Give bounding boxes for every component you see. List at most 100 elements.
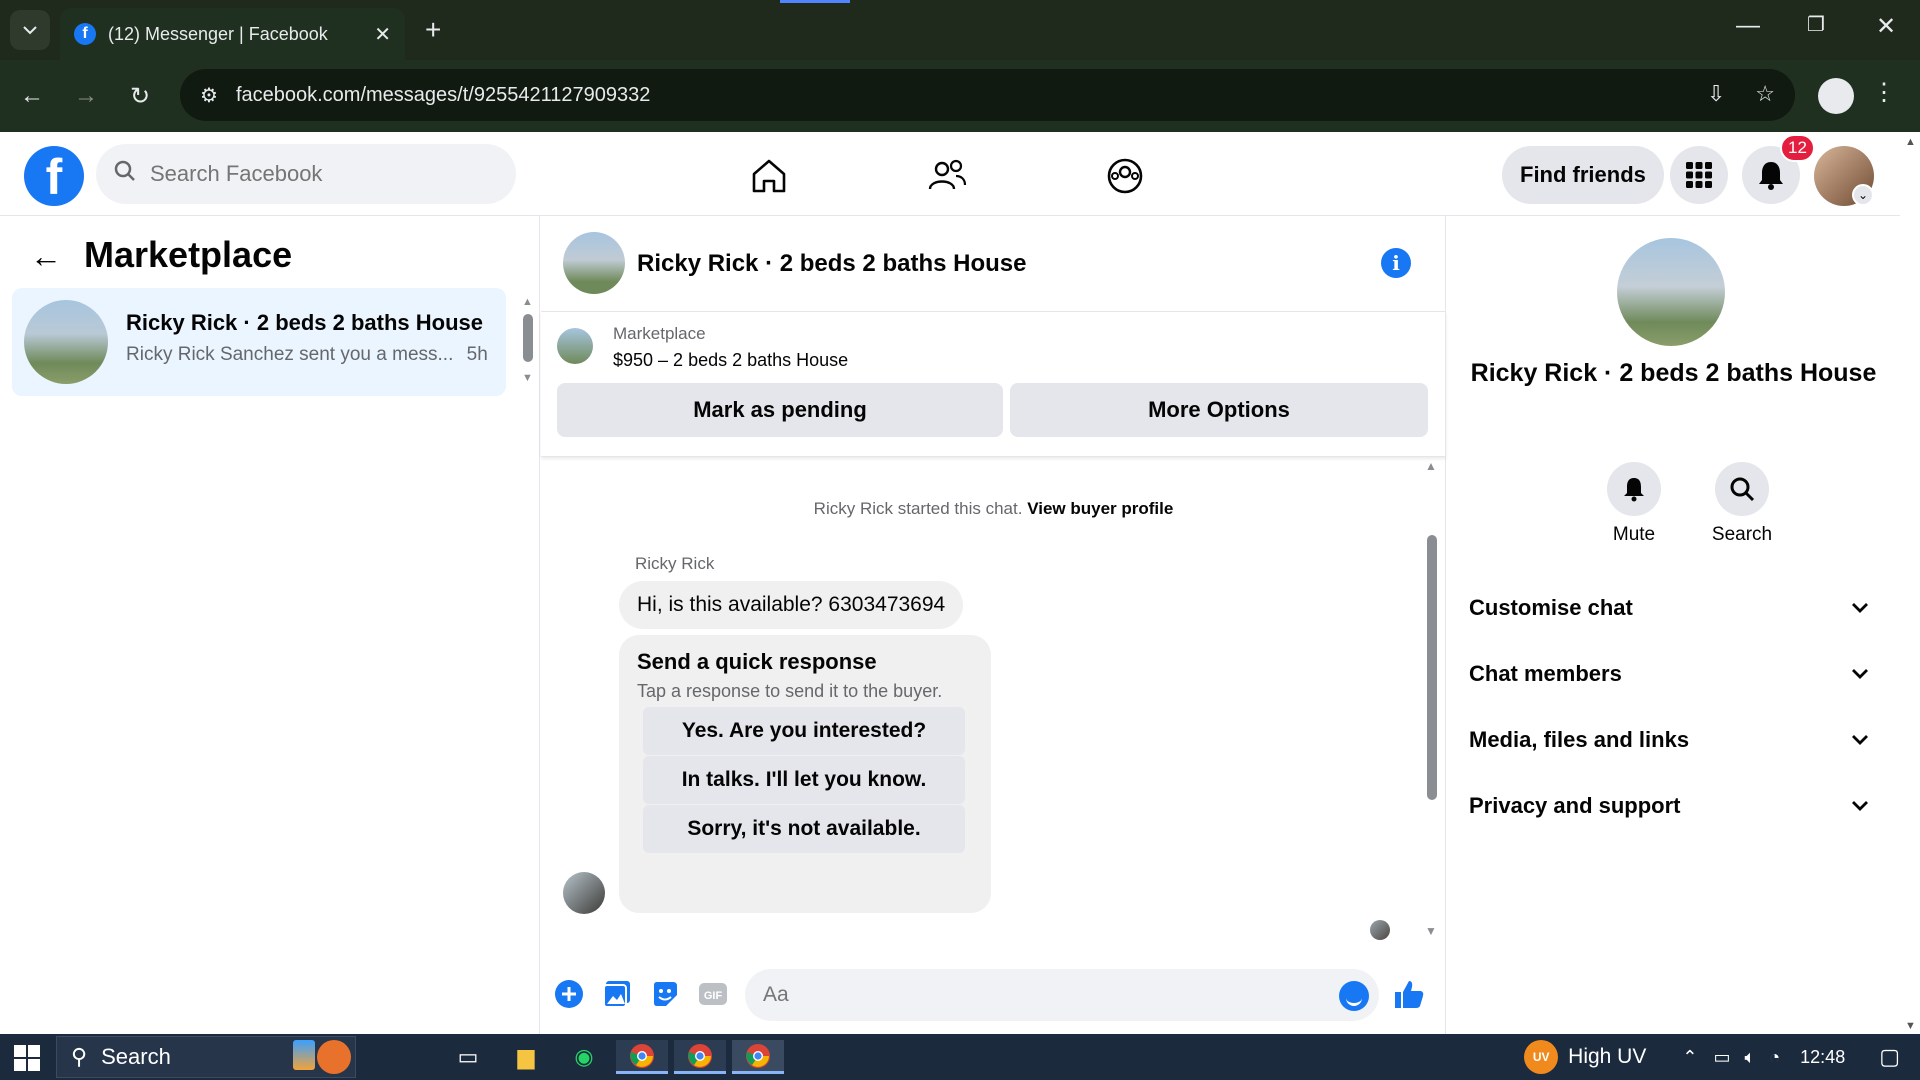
view-buyer-profile-link[interactable]: View buyer profile — [1027, 499, 1173, 518]
chat-members-section[interactable]: Chat members — [1469, 647, 1869, 701]
privacy-support-section[interactable]: Privacy and support — [1469, 779, 1869, 833]
facebook-logo-icon[interactable]: f — [24, 146, 84, 206]
thread-time: 5h — [466, 344, 488, 365]
grid-icon — [1686, 162, 1712, 188]
quick-response-in-talks-button[interactable]: In talks. I'll let you know. — [643, 756, 965, 804]
back-arrow-icon[interactable]: ← — [30, 238, 62, 275]
weather-uv-icon[interactable]: UV — [1524, 1040, 1559, 1074]
battery-icon[interactable]: ▭ — [1713, 1047, 1730, 1068]
restore-window-button[interactable]: ❐ — [1796, 12, 1836, 37]
close-window-button[interactable]: ✕ — [1866, 12, 1906, 41]
thread-snippet: Ricky Rick Sanchez sent you a mess... 5h — [126, 344, 488, 366]
minimize-window-button[interactable]: — — [1728, 12, 1768, 40]
back-button[interactable]: ← — [14, 78, 50, 114]
mark-as-pending-button[interactable]: Mark as pending — [557, 383, 1003, 437]
facebook-header: f Find friends ⌄ — [0, 132, 1900, 216]
menu-grid-button[interactable] — [1670, 146, 1728, 204]
more-options-button[interactable]: More Options — [1010, 383, 1428, 437]
clock[interactable]: 12:48 — [1800, 1047, 1845, 1068]
facebook-search-box[interactable] — [96, 144, 516, 204]
message-input[interactable] — [763, 983, 1303, 1007]
scroll-up-icon[interactable]: ▲ — [1425, 459, 1437, 473]
thread-list-scrollbar[interactable]: ▲ ▼ — [522, 296, 534, 386]
loading-indicator — [780, 0, 850, 3]
url-text[interactable]: facebook.com/messages/t/9255421127909332 — [236, 84, 650, 107]
bell-icon — [1759, 162, 1783, 190]
home-nav-button[interactable] — [747, 154, 791, 198]
search-icon — [114, 160, 136, 188]
quick-response-title: Send a quick response — [637, 649, 877, 674]
listing-price-title[interactable]: $950 – 2 beds 2 baths House — [613, 350, 848, 371]
mute-button[interactable] — [1607, 462, 1661, 516]
task-view-icon[interactable]: ▭ — [450, 1040, 486, 1074]
address-bar[interactable]: ⚙ facebook.com/messages/t/92554211279093… — [180, 69, 1795, 121]
scrollbar-thumb[interactable] — [523, 314, 533, 362]
browser-menu-icon[interactable]: ⋮ — [1872, 78, 1896, 107]
search-input[interactable] — [150, 161, 450, 187]
chrome-icon[interactable] — [674, 1040, 726, 1074]
chat-title[interactable]: Ricky Rick · 2 beds 2 baths House — [637, 250, 1026, 278]
chevron-down-icon — [1852, 735, 1868, 745]
site-settings-icon[interactable]: ⚙ — [200, 83, 218, 108]
account-menu-chevron-icon[interactable]: ⌄ — [1852, 184, 1874, 206]
scroll-up-icon[interactable]: ▲ — [522, 296, 533, 308]
conversation-avatar[interactable] — [1617, 238, 1725, 346]
weather-text[interactable]: High UV — [1568, 1045, 1646, 1069]
tab-search-button[interactable] — [10, 10, 50, 50]
thread-item[interactable]: Ricky Rick · 2 beds 2 baths House Ricky … — [12, 288, 506, 396]
groups-nav-button[interactable] — [1103, 154, 1147, 198]
reload-button[interactable]: ↻ — [122, 78, 158, 114]
quick-response-not-available-button[interactable]: Sorry, it's not available. — [643, 805, 965, 853]
message-composer: GIF — [541, 956, 1446, 1034]
browser-profile-icon[interactable] — [1818, 78, 1854, 114]
conversation-info-panel: Ricky Rick · 2 beds 2 baths House Mute S… — [1447, 216, 1900, 1034]
page-scrollbar[interactable]: ▲ ▼ — [1900, 132, 1920, 1034]
forward-button[interactable]: → — [68, 78, 104, 114]
chat-avatar[interactable] — [563, 232, 625, 294]
friends-nav-button[interactable] — [925, 154, 969, 198]
mute-action[interactable]: Mute — [1589, 462, 1679, 546]
whatsapp-icon[interactable]: ◉ — [566, 1040, 602, 1074]
show-hidden-icons-icon[interactable]: ⌃ — [1682, 1047, 1697, 1068]
bookmark-star-icon[interactable]: ☆ — [1755, 81, 1775, 107]
emoji-icon[interactable] — [1339, 981, 1369, 1011]
scroll-down-icon[interactable]: ▼ — [1905, 1020, 1916, 1032]
thread-avatar — [24, 300, 108, 384]
close-tab-icon[interactable]: ✕ — [374, 22, 391, 47]
scroll-up-icon[interactable]: ▲ — [1905, 136, 1916, 148]
windows-start-icon[interactable] — [14, 1045, 40, 1071]
attach-photo-icon[interactable] — [601, 978, 633, 1010]
chrome-icon[interactable] — [732, 1040, 784, 1074]
search-in-conversation-action[interactable]: Search — [1697, 462, 1787, 546]
like-thumb-icon[interactable] — [1393, 978, 1425, 1010]
sticker-icon[interactable] — [649, 978, 681, 1010]
scroll-down-icon[interactable]: ▼ — [1425, 924, 1437, 938]
info-icon[interactable]: i — [1381, 248, 1411, 278]
chat-scrollbar[interactable]: ▲ ▼ — [1425, 457, 1439, 942]
notification-center-icon[interactable]: ▢ — [1879, 1044, 1900, 1070]
chevron-down-icon — [23, 26, 37, 35]
more-actions-plus-icon[interactable] — [553, 978, 585, 1010]
search-in-conversation-button[interactable] — [1715, 462, 1769, 516]
message-input-box[interactable] — [745, 969, 1379, 1021]
search-highlight-icon — [293, 1040, 351, 1074]
scroll-down-icon[interactable]: ▼ — [522, 372, 533, 384]
taskbar-search-box[interactable]: ⚲ Search — [56, 1036, 356, 1078]
chrome-icon[interactable] — [616, 1040, 668, 1074]
customise-chat-section[interactable]: Customise chat — [1469, 581, 1869, 635]
file-explorer-icon[interactable]: ▆ — [508, 1040, 544, 1074]
scrollbar-thumb[interactable] — [1427, 535, 1437, 800]
gif-icon[interactable]: GIF — [697, 978, 729, 1010]
home-icon — [752, 159, 786, 193]
message-bubble[interactable]: Hi, is this available? 6303473694 — [619, 581, 964, 629]
wifi-icon[interactable]: ◔ — [1769, 1047, 1780, 1068]
new-tab-button[interactable]: + — [425, 14, 441, 46]
volume-icon[interactable]: 🔈︎ — [1744, 1047, 1755, 1068]
browser-tab-messenger[interactable]: f (12) Messenger | Facebook ✕ — [60, 8, 405, 60]
find-friends-button[interactable]: Find friends — [1502, 146, 1664, 204]
install-app-icon[interactable]: ⇩ — [1707, 81, 1725, 107]
media-files-links-section[interactable]: Media, files and links — [1469, 713, 1869, 767]
quick-response-interested-button[interactable]: Yes. Are you interested? — [643, 707, 965, 755]
sender-avatar[interactable] — [563, 872, 605, 914]
listing-thumbnail[interactable] — [557, 328, 593, 364]
